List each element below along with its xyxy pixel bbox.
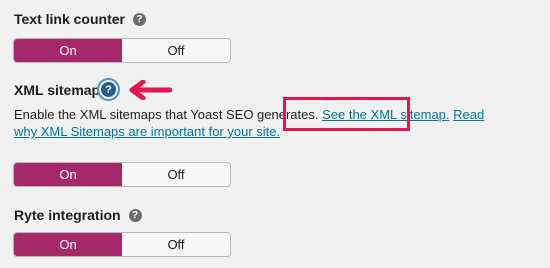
toggle-off-option[interactable]: Off [122,233,230,256]
text-link-counter-toggle[interactable]: On Off [13,38,231,63]
text-link-counter-heading: Text link counter ? [14,11,146,27]
question-mark-icon[interactable]: ? [128,208,142,222]
xml-sitemaps-help-button[interactable]: ? [97,78,120,101]
question-mark-icon: ? [101,82,116,97]
xml-sitemaps-title: XML sitemaps [14,82,108,98]
toggle-on-option[interactable]: On [14,163,122,186]
ryte-integration-toggle[interactable]: On Off [13,232,231,257]
toggle-on-option[interactable]: On [14,233,122,256]
xml-sitemaps-heading: XML sitemaps [14,82,108,98]
left-arrow-icon [129,80,172,100]
annotation-highlight-box [283,97,410,131]
toggle-on-option[interactable]: On [14,39,122,62]
question-mark-icon[interactable]: ? [132,12,146,26]
xml-sitemaps-description-text: Enable the XML sitemaps that Yoast SEO g… [14,107,319,122]
text-link-counter-title: Text link counter [14,11,125,27]
toggle-off-option[interactable]: Off [122,39,230,62]
ryte-integration-heading: Ryte integration ? [14,207,142,223]
toggle-off-option[interactable]: Off [122,163,230,186]
xml-sitemaps-toggle[interactable]: On Off [13,162,231,187]
ryte-integration-title: Ryte integration [14,207,121,223]
xml-sitemaps-description: Enable the XML sitemaps that Yoast SEO g… [14,106,504,140]
